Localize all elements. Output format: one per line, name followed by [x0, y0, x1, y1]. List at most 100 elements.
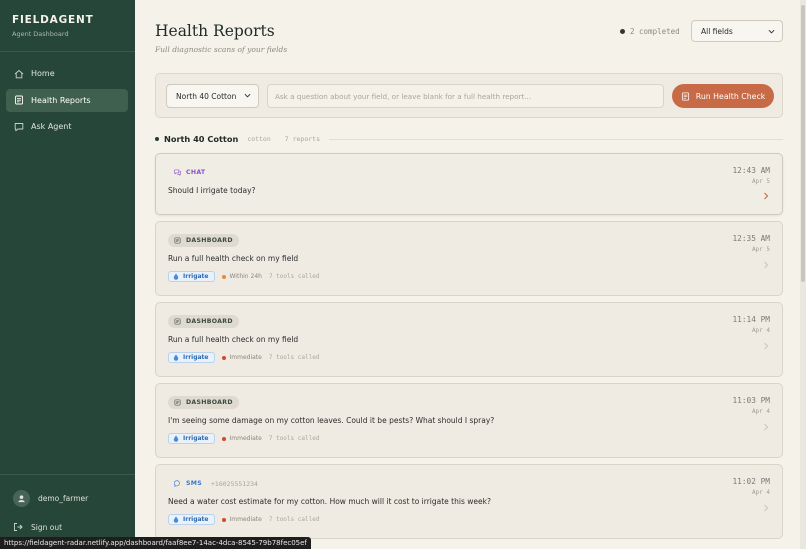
report-time: 12:43 AM	[732, 166, 770, 175]
channel-label: DASHBOARD	[186, 237, 233, 244]
username: demo_farmer	[38, 494, 89, 503]
chat-icon	[14, 122, 24, 132]
main-content: Health Reports Full diagnostic scans of …	[135, 0, 800, 549]
signout-button[interactable]: Sign out	[13, 522, 62, 532]
report-date: Apr 5	[751, 246, 770, 253]
report-card[interactable]: DASHBOARD I'm seeing some damage on my c…	[155, 383, 783, 458]
report-tags: Irrigate Immediate 7 tools called	[168, 514, 319, 525]
report-tags: Irrigate Immediate 7 tools called	[168, 433, 319, 444]
signout-icon	[14, 523, 23, 531]
group-divider	[329, 138, 783, 140]
report-tags: Irrigate Within 24h 7 tools called	[168, 271, 320, 282]
channel-label: CHAT	[186, 169, 206, 176]
avatar	[13, 490, 30, 507]
brand-subtitle: Agent Dashboard	[12, 30, 69, 38]
urgency-dot-icon	[221, 355, 226, 360]
sidebar-item-label: Health Reports	[31, 95, 91, 105]
water-drop-icon	[173, 354, 179, 361]
report-card[interactable]: DASHBOARD Run a full health check on my …	[155, 221, 783, 296]
channel-chip-dashboard: DASHBOARD	[168, 396, 239, 409]
dashboard-icon	[174, 237, 181, 244]
chevron-right-icon	[764, 342, 769, 350]
status-dot-icon	[620, 29, 625, 34]
chevron-right-icon	[764, 423, 769, 431]
run-health-check-button[interactable]: Run Health Check	[672, 84, 774, 108]
urgency-indicator: Within 24h	[221, 273, 262, 280]
urgency-label: Immediate	[229, 435, 262, 442]
urgency-label: Immediate	[229, 516, 262, 523]
urgency-dot-icon	[221, 436, 226, 441]
sidebar-item-label: Home	[31, 69, 55, 78]
water-drop-icon	[173, 516, 179, 523]
report-message: Should I irrigate today?	[168, 186, 256, 195]
user-icon	[18, 495, 25, 503]
completed-label: 2 completed	[630, 27, 680, 36]
report-date: Apr 4	[751, 327, 770, 334]
urgency-indicator: Immediate	[221, 435, 262, 442]
sms-icon	[174, 480, 180, 487]
sidebar: FIELDAGENT Agent Dashboard Home Health R…	[0, 0, 135, 549]
group-report-count: 7 reports	[284, 135, 320, 143]
chevron-right-icon	[764, 192, 769, 200]
report-date: Apr 5	[751, 178, 770, 185]
chevron-down-icon	[768, 29, 775, 34]
page-subtitle: Full diagnostic scans of your fields	[155, 45, 288, 54]
signout-label: Sign out	[31, 522, 63, 532]
report-time: 12:35 AM	[732, 234, 770, 243]
field-filter-value: All fields	[701, 26, 733, 36]
report-time: 11:14 PM	[732, 315, 770, 324]
sidebar-item-label: Ask Agent	[31, 122, 72, 131]
completed-count: 2 completed	[620, 27, 680, 36]
group-crop: cotton	[247, 135, 271, 143]
action-tag: Irrigate	[168, 514, 215, 525]
page-title: Health Reports	[155, 22, 275, 40]
report-time: 11:02 PM	[732, 477, 770, 486]
sidebar-item-ask-agent[interactable]: Ask Agent	[6, 115, 128, 138]
report-card[interactable]: DASHBOARD Run a full health check on my …	[155, 302, 783, 377]
sender-phone: +16025551234	[211, 480, 258, 488]
field-filter-select[interactable]: All fields	[691, 20, 783, 42]
chevron-down-icon	[244, 93, 251, 98]
tools-count: 7 tools called	[268, 435, 320, 442]
report-message: Run a full health check on my field	[168, 335, 299, 344]
dashboard-icon	[174, 318, 181, 325]
sidebar-item-home[interactable]: Home	[6, 62, 128, 85]
action-tag: Irrigate	[168, 433, 215, 444]
group-name: North 40 Cotton	[164, 134, 239, 144]
report-date: Apr 4	[751, 489, 770, 496]
urgency-label: Within 24h	[229, 273, 262, 280]
channel-chip-chat: CHAT	[168, 166, 211, 179]
field-group-header[interactable]: North 40 Cotton cotton 7 reports	[155, 133, 783, 145]
water-drop-icon	[173, 435, 179, 442]
health-check-bar: North 40 Cotton Ask a question about you…	[155, 73, 783, 118]
brand: FIELDAGENT Agent Dashboard	[12, 14, 94, 38]
channel-label: DASHBOARD	[186, 318, 233, 325]
run-button-label: Run Health Check	[695, 91, 766, 101]
urgency-dot-icon	[221, 517, 226, 522]
report-message: I'm seeing some damage on my cotton leav…	[168, 416, 495, 425]
report-time: 11:03 PM	[732, 396, 770, 405]
chat-icon	[174, 169, 181, 176]
urgency-label: Immediate	[229, 354, 262, 361]
report-icon	[681, 91, 689, 101]
group-dot-icon	[155, 137, 159, 141]
question-input[interactable]: Ask a question about your field, or leav…	[267, 84, 664, 108]
field-select-value: North 40 Cotton	[176, 91, 237, 101]
action-tag: Irrigate	[168, 352, 215, 363]
field-select[interactable]: North 40 Cotton	[166, 84, 259, 108]
channel-label: SMS	[186, 480, 202, 487]
action-tag: Irrigate	[168, 271, 215, 282]
report-tags: Irrigate Immediate 7 tools called	[168, 352, 319, 363]
report-card[interactable]: SMS +16025551234 Need a water cost estim…	[155, 464, 783, 539]
action-tag-label: Irrigate	[183, 273, 209, 280]
user-profile[interactable]: demo_farmer	[13, 490, 88, 507]
report-message: Run a full health check on my field	[168, 254, 299, 263]
sidebar-item-health-reports[interactable]: Health Reports	[6, 88, 128, 112]
scrollbar-thumb[interactable]	[801, 5, 805, 282]
report-card[interactable]: CHAT Should I irrigate today? 12:43 AM A…	[155, 153, 783, 215]
action-tag-label: Irrigate	[183, 354, 209, 361]
urgency-dot-icon	[221, 274, 226, 279]
status-bar-url: https://fieldagent-radar.netlify.app/das…	[0, 537, 311, 549]
question-placeholder: Ask a question about your field, or leav…	[275, 91, 532, 101]
water-drop-icon	[173, 273, 179, 280]
